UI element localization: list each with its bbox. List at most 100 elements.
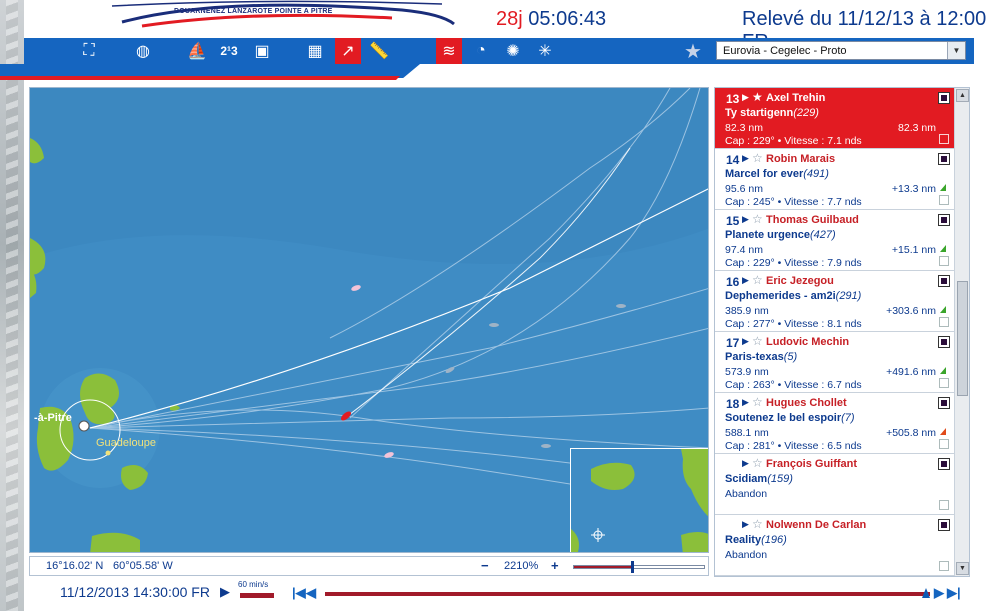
select-checkbox[interactable]	[938, 336, 950, 348]
ranking-entry[interactable]: ▶ ☆ Nolwenn De Carlan Reality(196) Abandon	[715, 515, 955, 576]
ranking-icon[interactable]: 2¹3	[216, 38, 242, 64]
boat-number: (427)	[809, 229, 836, 241]
rank: 17	[726, 336, 740, 350]
copy-icon[interactable]	[939, 256, 949, 266]
compass-icon[interactable]: ✳	[532, 38, 558, 64]
map-label-town: -à-Pitre	[34, 412, 72, 424]
select-checkbox[interactable]	[938, 92, 950, 104]
star-icon[interactable]: ★	[684, 39, 702, 64]
favorite-star-icon[interactable]: ☆	[752, 334, 763, 348]
skipper-name[interactable]: Eric Jezegou	[766, 275, 834, 287]
copy-icon[interactable]	[939, 378, 949, 388]
gap: +13.3 nm	[891, 183, 936, 195]
fullscreen-icon[interactable]: ⛶	[76, 38, 102, 64]
zoom-slider-knob[interactable]	[631, 561, 635, 573]
zoom-out-button[interactable]: −	[481, 558, 489, 573]
scrollbar[interactable]: ▲ ▼	[954, 88, 969, 576]
boat-icon[interactable]: ⛵	[184, 38, 210, 64]
countdown: 28j 05:06:43	[496, 8, 606, 31]
scroll-down-button[interactable]: ▼	[956, 562, 969, 575]
overview-map[interactable]	[570, 448, 709, 553]
copy-icon[interactable]	[939, 500, 949, 510]
favorite-star-icon[interactable]: ☆	[752, 456, 763, 470]
skipper-name[interactable]: Axel Trehin	[766, 92, 825, 104]
boat-marker[interactable]	[541, 444, 551, 448]
zoom-slider[interactable]	[573, 561, 705, 573]
ranking-entry[interactable]: 18 ▶ ☆ Hugues Chollet Soutenez le bel espoir…	[715, 393, 955, 454]
boat-number: (5)	[783, 351, 798, 363]
timeline-knob[interactable]	[922, 588, 930, 598]
speed-slider[interactable]	[240, 593, 274, 598]
select-checkbox[interactable]	[938, 275, 950, 287]
boat-marker[interactable]	[350, 284, 361, 292]
ranking-panel[interactable]: 13 ▶ ★ Axel Trehin Ty startigenn(229) 82.3 nm…	[714, 87, 970, 577]
wind-barb-icon[interactable]: ✺	[500, 38, 526, 64]
select-checkbox[interactable]	[938, 458, 950, 470]
copy-icon[interactable]	[939, 134, 949, 144]
wind-icon[interactable]: ≋	[436, 38, 462, 64]
ranking-entry[interactable]: 17 ▶ ☆ Ludovic Mechin Paris-texas(5) 573.9 nm…	[715, 332, 955, 393]
ranking-entry[interactable]: 14 ▶ ☆ Robin Marais Marcel for ever(491) 95.6…	[715, 149, 955, 210]
trend-icon	[940, 428, 946, 435]
play-triangle-icon[interactable]: ▶	[742, 519, 749, 530]
boat-number: (229)	[793, 107, 819, 119]
timeline-slider[interactable]	[325, 588, 930, 598]
zoom-in-button[interactable]: +	[551, 558, 559, 573]
ranking-entry[interactable]: 16 ▶ ☆ Eric Jezegou Dephemerides - am2i(291)…	[715, 271, 955, 332]
copy-icon[interactable]	[939, 439, 949, 449]
select-checkbox[interactable]	[938, 214, 950, 226]
ranking-entry[interactable]: 13 ▶ ★ Axel Trehin Ty startigenn(229) 82.3 nm…	[715, 88, 955, 149]
play-triangle-icon[interactable]: ▶	[742, 458, 749, 469]
chevron-down-icon[interactable]: ▼	[947, 42, 965, 59]
ranking-entry[interactable]: ▶ ☆ François Guiffant Scidiam(159) Abandon	[715, 454, 955, 515]
globe-icon[interactable]: ◍	[130, 38, 156, 64]
scroll-up-button[interactable]: ▲	[956, 89, 969, 102]
skipper-name[interactable]: François Guiffant	[766, 458, 857, 470]
skip-end-button[interactable]: ▶|	[947, 585, 961, 601]
distance: 82.3 nm	[725, 122, 763, 134]
copy-icon[interactable]	[939, 561, 949, 571]
skipper-name[interactable]: Hugues Chollet	[766, 397, 847, 409]
zoom-map-icon[interactable]: ▣	[249, 38, 275, 64]
finish-marker[interactable]	[78, 420, 90, 432]
favorite-star-icon[interactable]: ☆	[752, 517, 763, 531]
ruler-icon[interactable]: 📏	[366, 38, 392, 64]
copy-icon[interactable]	[939, 195, 949, 205]
boat-name: Scidiam(159)	[725, 473, 793, 485]
play-triangle-icon[interactable]: ▶	[742, 153, 749, 164]
play-triangle-icon[interactable]: ▶	[742, 336, 749, 347]
select-checkbox[interactable]	[938, 153, 950, 165]
play-triangle-icon[interactable]: ▶	[742, 214, 749, 225]
favorite-star-icon[interactable]: ☆	[752, 151, 763, 165]
play-triangle-icon[interactable]: ▶	[742, 397, 749, 408]
skipper-name[interactable]: Nolwenn De Carlan	[766, 519, 866, 531]
boat-name: Paris-texas(5)	[725, 351, 797, 363]
sail-icon[interactable]: ◔	[468, 38, 494, 64]
grid-icon[interactable]: ▦	[302, 38, 328, 64]
favorite-star-icon[interactable]: ☆	[752, 395, 763, 409]
skip-start-button[interactable]: |◀	[292, 585, 306, 601]
class-select[interactable]: Eurovia - Cegelec - Proto ▼	[716, 41, 966, 60]
favorite-star-icon[interactable]: ☆	[752, 212, 763, 226]
ranking-entry[interactable]: 15 ▶ ☆ Thomas Guilbaud Planete urgence(427) 9…	[715, 210, 955, 271]
map-view[interactable]: -à-Pitre Guadeloupe	[29, 87, 709, 553]
step-back-button[interactable]: ◀	[306, 585, 316, 601]
boat-marker[interactable]	[489, 323, 499, 327]
play-button[interactable]: ▶	[220, 584, 230, 600]
skipper-name[interactable]: Ludovic Mechin	[766, 336, 849, 348]
favorite-star-icon[interactable]: ☆	[752, 273, 763, 287]
scrollbar-thumb[interactable]	[957, 281, 968, 396]
copy-icon[interactable]	[939, 317, 949, 327]
boat-marker[interactable]	[616, 304, 626, 308]
select-checkbox[interactable]	[938, 397, 950, 409]
select-checkbox[interactable]	[938, 519, 950, 531]
play-triangle-icon[interactable]: ▶	[742, 275, 749, 286]
skipper-name[interactable]: Robin Marais	[766, 153, 835, 165]
route-icon[interactable]: ↗	[335, 38, 361, 64]
coordinates-bar: 16°16.02' N 60°05.58' W − 2210% +	[29, 556, 709, 576]
skipper-name[interactable]: Thomas Guilbaud	[766, 214, 859, 226]
overview-canvas[interactable]	[571, 449, 709, 553]
favorite-star-icon[interactable]: ★	[752, 90, 763, 104]
play-triangle-icon[interactable]: ▶	[742, 92, 749, 103]
step-forward-button[interactable]: ▶	[934, 585, 944, 601]
